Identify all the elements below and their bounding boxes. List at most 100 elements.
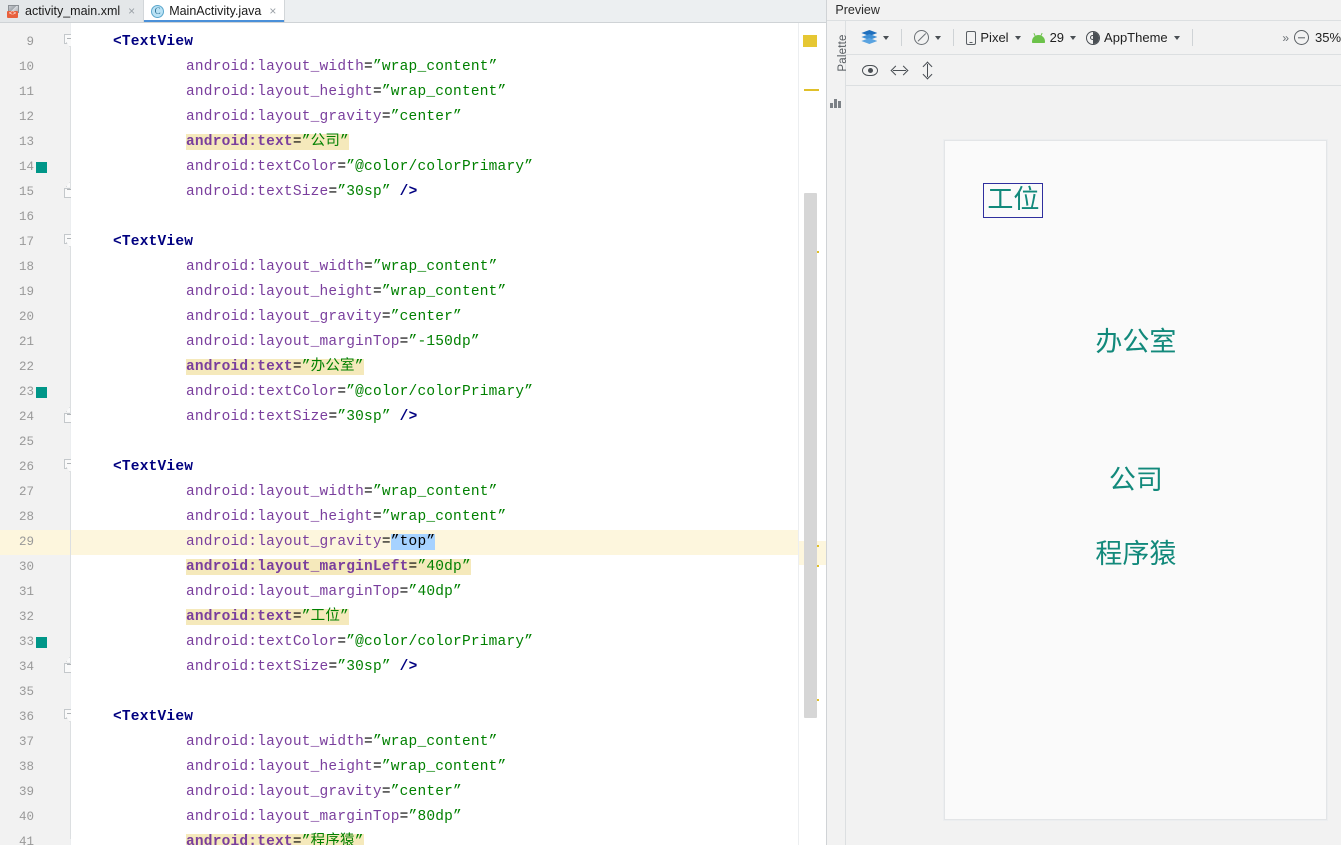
preview-textview[interactable]: 办公室 — [1095, 329, 1176, 356]
editor-pane: <> activity_main.xml × C MainActivity.ja… — [0, 0, 827, 845]
code-token: = — [337, 384, 347, 400]
orientation-button[interactable] — [909, 28, 946, 47]
preview-textview-selected[interactable]: 工位 — [983, 183, 1044, 218]
editor-scrollbar-thumb[interactable] — [804, 193, 818, 718]
gutter-row: 33 — [0, 630, 70, 655]
preview-textview[interactable]: 公司 — [1109, 467, 1163, 494]
device-screen-frame[interactable]: 工位 办公室 公司 程序猿 — [944, 140, 1328, 820]
code-text-area[interactable]: <TextView android:layout_width=”wrap_cont… — [71, 23, 827, 845]
code-line[interactable]: android:layout_width=”wrap_content” — [71, 255, 498, 280]
code-line[interactable]: android:layout_marginLeft=”40dp” — [71, 555, 471, 580]
gutter-row: 12 — [0, 105, 70, 130]
gutter-row: 24 — [0, 405, 77, 430]
code-line[interactable]: android:layout_height=”wrap_content” — [71, 505, 506, 530]
code-token: ”center” — [390, 309, 462, 325]
palette-tool-strip[interactable]: Palette — [827, 21, 849, 845]
xml-layout-icon: <> — [7, 4, 20, 18]
code-token: ”工位” — [301, 609, 349, 625]
line-number: 19 — [18, 285, 34, 299]
line-number: 18 — [18, 260, 34, 274]
error-stripe-and-scrollbar[interactable] — [798, 23, 827, 845]
code-line[interactable]: android:layout_gravity=”center” — [71, 780, 462, 805]
line-number: 13 — [18, 135, 34, 149]
code-line[interactable]: android:layout_marginTop=”40dp” — [71, 580, 462, 605]
close-icon[interactable]: × — [128, 5, 135, 17]
code-line[interactable]: android:layout_marginTop=”80dp” — [71, 805, 462, 830]
code-token: = — [364, 484, 373, 500]
zoom-out-icon[interactable] — [1294, 30, 1309, 45]
code-line[interactable]: <TextView — [71, 455, 193, 480]
code-line[interactable]: android:layout_marginTop=”-150dp” — [71, 330, 480, 355]
device-selector[interactable]: Pixel — [961, 28, 1025, 47]
code-token: ”wrap_content” — [372, 59, 498, 75]
code-token: TextView — [121, 34, 194, 50]
code-line[interactable]: <TextView — [71, 230, 193, 255]
preview-textview[interactable]: 程序猿 — [1095, 541, 1176, 568]
code-line[interactable]: android:textSize=”30sp” /> — [71, 405, 417, 430]
vertical-resize-icon[interactable] — [921, 61, 933, 79]
code-token: /> — [399, 409, 418, 425]
code-line[interactable]: android:text=”程序猿” — [71, 830, 364, 845]
code-token: = — [328, 184, 338, 200]
gutter-row: 18 — [0, 255, 70, 280]
code-token: ”wrap_content” — [381, 284, 507, 300]
code-line[interactable]: android:layout_height=”wrap_content” — [71, 280, 506, 305]
editor-tab-bar: <> activity_main.xml × C MainActivity.ja… — [0, 0, 827, 23]
code-line[interactable]: android:text=”办公室” — [71, 355, 364, 380]
gutter-row: 29 — [0, 530, 70, 555]
code-line[interactable]: android:textSize=”30sp” /> — [71, 655, 417, 680]
overflow-icon[interactable]: » — [1282, 31, 1289, 45]
api-level-selector[interactable]: 29 — [1026, 28, 1081, 47]
gutter-row: 13 — [0, 130, 70, 155]
code-line[interactable]: android:layout_gravity=”center” — [71, 305, 462, 330]
horizontal-resize-icon[interactable] — [890, 64, 909, 76]
color-preview-icon[interactable] — [36, 162, 47, 173]
orientation-icon — [914, 30, 930, 45]
color-preview-icon[interactable] — [36, 387, 47, 398]
code-line[interactable]: android:layout_width=”wrap_content” — [71, 480, 498, 505]
design-surface-mode-button[interactable] — [856, 28, 894, 47]
line-number: 23 — [18, 385, 34, 399]
code-token: android:layout_width — [186, 734, 365, 750]
code-line[interactable]: android:layout_gravity=”top” — [71, 530, 827, 555]
code-token: ”@color/colorPrimary” — [346, 159, 534, 175]
code-token: = — [337, 159, 347, 175]
tab-mainactivity-java[interactable]: C MainActivity.java × — [144, 0, 286, 22]
theme-selector[interactable]: AppTheme — [1081, 28, 1185, 47]
code-token: ”公司” — [301, 134, 349, 150]
code-line[interactable]: android:textSize=”30sp” /> — [71, 180, 417, 205]
code-line[interactable]: android:textColor=”@color/colorPrimary” — [71, 380, 533, 405]
code-line[interactable]: android:layout_gravity=”center” — [71, 105, 462, 130]
palette-chart-icon — [830, 97, 842, 108]
preview-canvas[interactable]: 工位 办公室 公司 程序猿 — [846, 86, 1341, 845]
gutter-row: 41 — [0, 830, 70, 845]
line-number: 29 — [18, 535, 34, 549]
tab-activity-main-xml[interactable]: <> activity_main.xml × — [0, 0, 145, 22]
code-line[interactable]: <TextView — [71, 705, 193, 730]
gutter-row: 22 — [0, 355, 70, 380]
code-token: = — [381, 109, 391, 125]
stripe-marker[interactable] — [804, 89, 820, 91]
editor-gutter[interactable]: 9 10 11 12 13 14 15 16 17 18 19 20 21 22 23 24 25 26 27 28 2… — [0, 23, 98, 845]
close-icon[interactable]: × — [269, 5, 276, 17]
code-line[interactable]: android:textColor=”@color/colorPrimary” — [71, 630, 533, 655]
code-line[interactable]: android:text=”公司” — [71, 130, 349, 155]
java-class-icon: C — [151, 4, 165, 18]
code-line[interactable]: android:layout_height=”wrap_content” — [71, 80, 506, 105]
code-line[interactable]: android:layout_width=”wrap_content” — [71, 55, 498, 80]
preview-pane: Preview Palette Pixel 29 AppTheme » 35% … — [826, 0, 1341, 845]
code-token: android:layout_width — [186, 59, 365, 75]
gutter-row: 15 — [0, 180, 77, 205]
code-line[interactable]: <TextView — [71, 30, 193, 55]
eye-icon[interactable] — [862, 64, 879, 76]
line-number: 10 — [18, 60, 34, 74]
code-line[interactable]: android:textColor=”@color/colorPrimary” — [71, 155, 533, 180]
code-line[interactable]: android:text=”工位” — [71, 605, 349, 630]
stripe-marker[interactable] — [803, 35, 818, 47]
code-line[interactable]: android:layout_width=”wrap_content” — [71, 730, 498, 755]
code-line[interactable]: android:layout_height=”wrap_content” — [71, 755, 506, 780]
code-token: = — [292, 359, 302, 375]
line-number: 20 — [18, 310, 34, 324]
code-token: ”30sp” — [337, 409, 391, 425]
color-preview-icon[interactable] — [36, 637, 47, 648]
